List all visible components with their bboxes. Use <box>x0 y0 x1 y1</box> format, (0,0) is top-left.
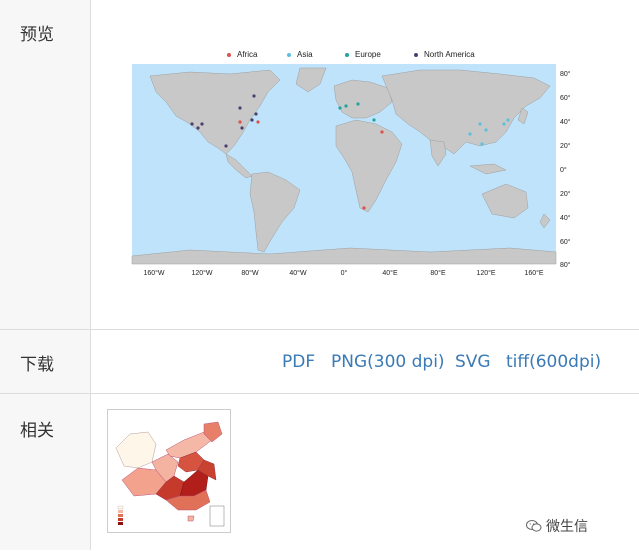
lat-tick: 60°N <box>560 94 570 102</box>
legend-item-europe: Europe <box>345 50 381 59</box>
lat-tick: 80°S <box>560 261 570 269</box>
lon-tick: 0° <box>341 269 348 277</box>
point-europe <box>356 102 360 106</box>
point-europe <box>344 104 348 108</box>
lon-tick: 160°E <box>524 269 543 277</box>
point-north-america <box>200 122 204 126</box>
point-north-america <box>254 112 258 116</box>
download-label-cell: 下载 <box>0 330 91 393</box>
legend-item-africa: Africa <box>227 50 257 59</box>
point-africa <box>380 130 384 134</box>
download-tiff-link[interactable]: tiff(600dpi) <box>506 352 601 372</box>
lat-tick: 40°S <box>560 214 570 222</box>
latitude-axis: 80°N 60°N 40°N 20°N 0° 20°S 40°S 60°S 80… <box>560 70 570 269</box>
south-china-sea-inset <box>209 505 225 527</box>
point-asia <box>506 118 510 122</box>
lon-tick: 120°W <box>191 269 212 277</box>
longitude-axis: 160°W 120°W 80°W 40°W 0° 40°E 80°E 120°E… <box>143 269 543 277</box>
related-china-map-thumbnail[interactable] <box>107 409 231 533</box>
lat-tick: 20°S <box>560 190 570 198</box>
lat-tick: 40°N <box>560 118 570 126</box>
point-asia <box>484 128 488 132</box>
lon-tick: 80°E <box>430 269 446 277</box>
point-africa <box>238 120 242 124</box>
point-north-america <box>238 106 242 110</box>
legend-item-north-america: North America <box>414 50 475 59</box>
download-cell: PDF PNG(300 dpi) SVG tiff(600dpi) <box>92 330 639 393</box>
legend-dot-europe <box>345 52 349 57</box>
download-svg-link[interactable]: SVG <box>455 352 491 372</box>
thumbnail-legend <box>117 505 124 525</box>
legend-item-asia: Asia <box>287 50 313 59</box>
point-north-america <box>240 126 244 130</box>
lon-tick: 160°W <box>143 269 164 277</box>
legend-dot-north-america <box>414 52 418 57</box>
related-row: 相关 <box>0 394 639 550</box>
preview-cell: Africa Asia Europe North America 80° 60°… <box>92 0 639 329</box>
download-label: 下载 <box>20 355 54 375</box>
lon-tick: 120°E <box>476 269 495 277</box>
point-north-america <box>224 144 228 148</box>
point-asia <box>478 122 482 126</box>
watermark-text: 微生信 <box>546 519 588 535</box>
figure-info-table: 预览 Africa Asia Europe North America 80° … <box>0 0 639 551</box>
legend-dot-asia <box>287 52 291 57</box>
point-north-america <box>190 122 194 126</box>
lon-tick: 40°W <box>289 269 307 277</box>
lat-tick: 0° <box>560 166 567 174</box>
preview-label: 预览 <box>20 25 54 45</box>
wechat-icon <box>526 520 542 532</box>
lon-tick: 40°E <box>382 269 398 277</box>
lat-tick: 80°N <box>560 70 570 78</box>
world-map: 80°N 60°N 40°N 20°N 0° 20°S 40°S 60°S 80… <box>131 64 570 277</box>
download-row: 下载 PDF PNG(300 dpi) SVG tiff(600dpi) <box>0 330 639 394</box>
lat-tick: 60°S <box>560 238 570 246</box>
point-north-america <box>196 126 200 130</box>
point-africa <box>256 120 260 124</box>
china-choropleth-thumbnail <box>108 410 230 532</box>
download-pdf-link[interactable]: PDF <box>282 352 315 372</box>
point-europe <box>338 106 342 110</box>
point-north-america <box>250 118 254 122</box>
point-asia <box>468 132 472 136</box>
related-label-cell: 相关 <box>0 394 91 550</box>
legend-dot-africa <box>227 52 231 57</box>
related-label: 相关 <box>20 421 54 441</box>
point-africa <box>362 206 366 210</box>
point-north-america <box>252 94 256 98</box>
preview-row: 预览 Africa Asia Europe North America 80° … <box>0 0 639 330</box>
lat-tick: 20°N <box>560 142 570 150</box>
point-europe <box>372 118 376 122</box>
preview-label-cell: 预览 <box>0 0 91 329</box>
point-asia <box>480 142 484 146</box>
download-png-link[interactable]: PNG(300 dpi) <box>331 352 445 372</box>
lon-tick: 80°W <box>241 269 259 277</box>
point-asia <box>502 122 506 126</box>
antarctica-land <box>131 247 557 265</box>
